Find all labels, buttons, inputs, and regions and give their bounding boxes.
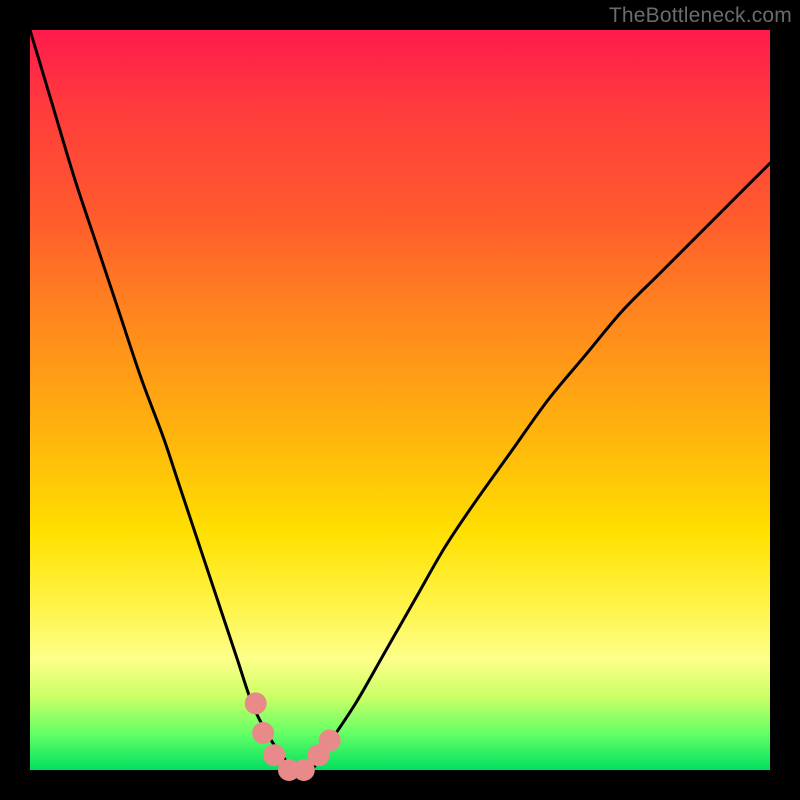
curve-marker (319, 729, 341, 751)
curve-marker (245, 692, 267, 714)
chart-plot-area (30, 30, 770, 770)
bottleneck-curve (30, 30, 770, 772)
attribution-label: TheBottleneck.com (609, 4, 792, 28)
curve-markers (245, 692, 341, 781)
chart-frame: TheBottleneck.com (0, 0, 800, 800)
curve-marker (252, 722, 274, 744)
chart-svg (30, 30, 770, 770)
